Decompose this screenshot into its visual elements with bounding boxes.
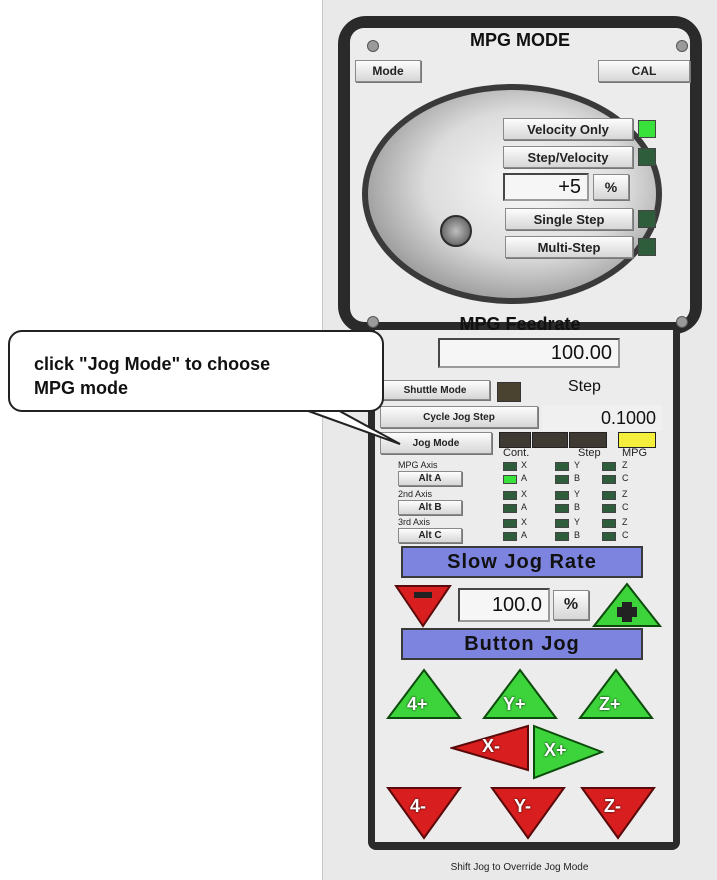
screw-icon bbox=[367, 316, 379, 328]
axis-letter-x: X bbox=[521, 517, 528, 527]
jog-y-minus-label: Y- bbox=[514, 796, 532, 816]
axis-led-z bbox=[602, 462, 616, 471]
cal-button[interactable]: CAL bbox=[598, 60, 690, 82]
velocity-only-button[interactable]: Velocity Only bbox=[503, 118, 633, 140]
jog-cont-indicator-1 bbox=[499, 432, 531, 448]
jog-z-minus-label: Z- bbox=[604, 796, 621, 816]
jog-4-minus-label: 4- bbox=[410, 796, 427, 816]
axis-letter-z: Z bbox=[622, 489, 628, 499]
axis-led-a bbox=[503, 532, 517, 541]
button-jog-banner: Button Jog bbox=[401, 628, 643, 660]
single-step-led bbox=[638, 210, 656, 228]
axis-led-a bbox=[503, 504, 517, 513]
slow-jog-rate-banner: Slow Jog Rate bbox=[401, 546, 643, 578]
dial-finger-hole bbox=[440, 215, 472, 247]
axis-led-x bbox=[503, 462, 517, 471]
jog-x-minus-label: X- bbox=[482, 736, 500, 756]
axis-led-b bbox=[555, 475, 569, 484]
alt-a-button[interactable]: Alt A bbox=[398, 471, 462, 486]
jog-mpg-indicator bbox=[618, 432, 656, 448]
mpg-percent-field[interactable]: +5 bbox=[503, 173, 589, 201]
jog-z-plus-label: Z+ bbox=[599, 694, 621, 714]
shuttle-mode-button[interactable]: Shuttle Mode bbox=[380, 380, 490, 400]
velocity-only-led bbox=[638, 120, 656, 138]
shift-jog-hint: Shift Jog to Override Jog Mode bbox=[450, 862, 589, 873]
axis-letter-z: Z bbox=[622, 460, 628, 470]
axis-letter-z: Z bbox=[622, 517, 628, 527]
jog-4-plus-label: 4+ bbox=[407, 694, 428, 714]
multi-step-button[interactable]: Multi-Step bbox=[505, 236, 633, 258]
jog-rate-minus-button[interactable] bbox=[394, 584, 452, 628]
axis-letter-a: A bbox=[521, 530, 528, 540]
axis-led-y bbox=[555, 491, 569, 500]
mpg-percent-button[interactable]: % bbox=[593, 174, 629, 200]
axis-led-y bbox=[555, 519, 569, 528]
axis-letter-c: C bbox=[622, 502, 629, 512]
axis-led-b bbox=[555, 504, 569, 513]
second-axis-label: 2nd Axis bbox=[398, 489, 433, 499]
alt-b-button[interactable]: Alt B bbox=[398, 500, 462, 515]
axis-letter-y: Y bbox=[574, 489, 581, 499]
step-velocity-button[interactable]: Step/Velocity bbox=[503, 146, 633, 168]
axis-letter-y: Y bbox=[574, 517, 581, 527]
axis-letter-b: B bbox=[574, 473, 581, 483]
jog-step-indicator bbox=[569, 432, 607, 448]
step-label: Step bbox=[568, 378, 601, 395]
axis-letter-x: X bbox=[521, 489, 528, 499]
axis-led-c bbox=[602, 504, 616, 513]
jog-rate-percent-button[interactable]: % bbox=[553, 590, 589, 620]
axis-led-x bbox=[503, 491, 517, 500]
axis-letter-c: C bbox=[622, 473, 629, 483]
multi-step-led bbox=[638, 238, 656, 256]
jog-rate-plus-button[interactable] bbox=[592, 582, 662, 628]
axis-led-x bbox=[503, 519, 517, 528]
axis-letter-b: B bbox=[574, 502, 581, 512]
axis-led-b bbox=[555, 532, 569, 541]
screw-icon bbox=[367, 40, 379, 52]
axis-letter-b: B bbox=[574, 530, 581, 540]
col-mpg-label: MPG bbox=[622, 447, 648, 459]
shuttle-mode-led bbox=[497, 382, 521, 402]
jog-y-plus-label: Y+ bbox=[503, 694, 526, 714]
callout-text: click "Jog Mode" to choose MPG mode bbox=[34, 352, 394, 400]
axis-letter-c: C bbox=[622, 530, 629, 540]
mpg-feedrate-title: MPG Feedrate bbox=[459, 314, 581, 334]
axis-led-a bbox=[503, 475, 517, 484]
mpg-axis-label: MPG Axis bbox=[398, 460, 438, 470]
jog-rate-field[interactable]: 100.0 bbox=[458, 588, 550, 622]
mode-button[interactable]: Mode bbox=[355, 60, 421, 82]
jog-cont-indicator-2 bbox=[532, 432, 568, 448]
axis-letter-a: A bbox=[521, 502, 528, 512]
third-axis-label: 3rd Axis bbox=[398, 517, 431, 527]
jog-x-plus-label: X+ bbox=[544, 740, 567, 760]
callout-line-1: click "Jog Mode" to choose bbox=[34, 354, 271, 374]
axis-letter-x: X bbox=[521, 460, 528, 470]
mpg-feedrate-field[interactable]: 100.00 bbox=[438, 338, 620, 368]
jog-step-value[interactable]: 0.1000 bbox=[542, 405, 662, 431]
col-step-label: Step bbox=[578, 447, 601, 459]
step-velocity-led bbox=[638, 148, 656, 166]
axis-led-z bbox=[602, 519, 616, 528]
col-cont-label: Cont. bbox=[503, 447, 530, 459]
axis-led-y bbox=[555, 462, 569, 471]
axis-letter-y: Y bbox=[574, 460, 581, 470]
screw-icon bbox=[676, 40, 688, 52]
axis-led-c bbox=[602, 475, 616, 484]
screw-icon bbox=[676, 316, 688, 328]
alt-c-button[interactable]: Alt C bbox=[398, 528, 462, 543]
callout-line-2: MPG mode bbox=[34, 378, 129, 398]
axis-led-c bbox=[602, 532, 616, 541]
single-step-button[interactable]: Single Step bbox=[505, 208, 633, 230]
axis-led-z bbox=[602, 491, 616, 500]
mpg-mode-title: MPG MODE bbox=[469, 30, 570, 50]
axis-letter-a: A bbox=[521, 473, 528, 483]
jog-x-plus-button[interactable] bbox=[532, 724, 604, 780]
